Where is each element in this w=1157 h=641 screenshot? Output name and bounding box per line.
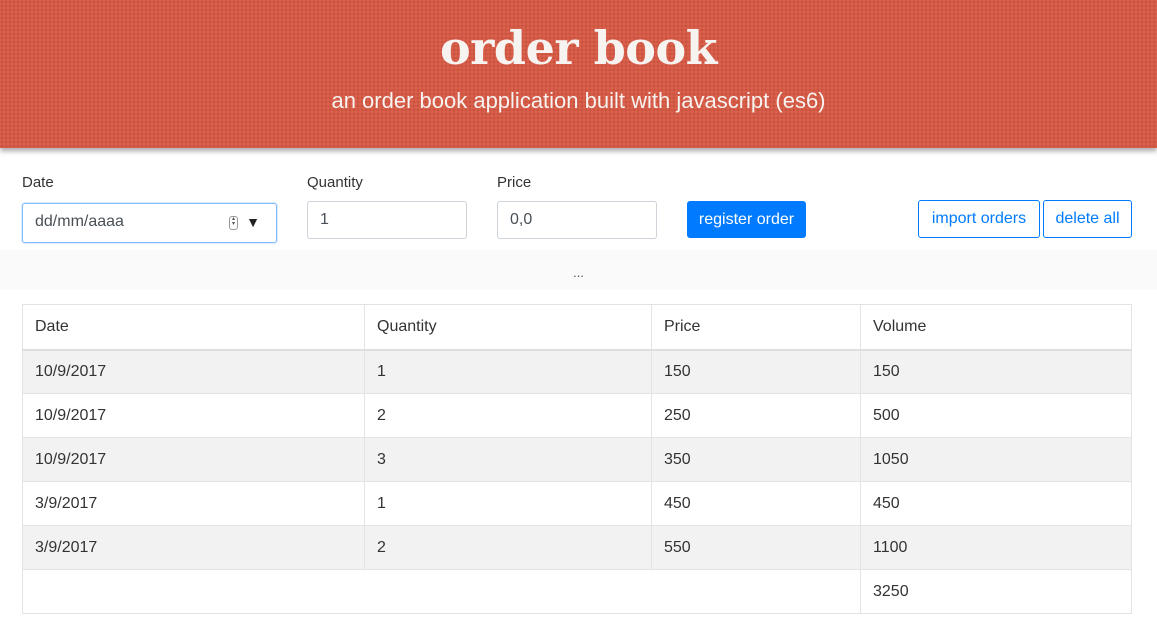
column-header-date: Date <box>22 304 365 351</box>
dropdown-arrow-icon[interactable]: ▼ <box>246 204 260 240</box>
message-text: ... <box>573 265 584 280</box>
price-label: Price <box>497 174 532 191</box>
cell-price: 350 <box>651 437 861 482</box>
orders-table: Date Quantity Price Volume 10/9/2017 1 1… <box>22 304 1132 614</box>
page-title: order book <box>440 21 718 75</box>
cell-volume: 450 <box>860 481 1132 526</box>
table-row: 10/9/2017 1 150 150 <box>22 349 1132 394</box>
cell-volume: 1050 <box>860 437 1132 482</box>
table-body: 10/9/2017 1 150 150 10/9/2017 2 250 500 … <box>22 349 1132 570</box>
cell-price: 250 <box>651 393 861 438</box>
cell-volume: 1100 <box>860 525 1132 570</box>
cell-date: 3/9/2017 <box>22 525 365 570</box>
cell-date: 3/9/2017 <box>22 481 365 526</box>
cell-date: 10/9/2017 <box>22 349 365 394</box>
quantity-label: Quantity <box>307 174 363 191</box>
table-row: 3/9/2017 2 550 1100 <box>22 525 1132 570</box>
quantity-input[interactable]: 1 <box>307 201 467 239</box>
message-area: ... <box>0 250 1157 290</box>
cell-volume: 150 <box>860 349 1132 394</box>
total-spacer-cell <box>22 569 861 614</box>
cell-price: 150 <box>651 349 861 394</box>
cell-date: 10/9/2017 <box>22 393 365 438</box>
total-volume: 3250 <box>860 569 1132 614</box>
page-subtitle: an order book application built with jav… <box>331 88 826 113</box>
cell-quantity: 3 <box>364 437 652 482</box>
table-footer: 3250 <box>22 569 1132 614</box>
cell-date: 10/9/2017 <box>22 437 365 482</box>
date-placeholder: dd/mm/aaaa <box>35 213 124 230</box>
cell-quantity: 2 <box>364 525 652 570</box>
table-header-row: Date Quantity Price Volume <box>22 304 1132 351</box>
cell-price: 450 <box>651 481 861 526</box>
register-order-button[interactable]: register order <box>687 201 806 238</box>
cell-price: 550 <box>651 525 861 570</box>
date-label: Date <box>22 174 54 191</box>
table-row: 10/9/2017 3 350 1050 <box>22 437 1132 482</box>
cell-quantity: 1 <box>364 349 652 394</box>
cell-quantity: 1 <box>364 481 652 526</box>
date-spinner-icon[interactable]: ▴ ▾ <box>229 216 238 230</box>
total-row: 3250 <box>22 569 1132 614</box>
cell-volume: 500 <box>860 393 1132 438</box>
column-header-volume: Volume <box>860 304 1132 351</box>
table-row: 10/9/2017 2 250 500 <box>22 393 1132 438</box>
price-input[interactable]: 0,0 <box>497 201 657 239</box>
cell-quantity: 2 <box>364 393 652 438</box>
order-form: Date dd/mm/aaaa ▴ ▾ ▼ Quantity 1 Price 0,… <box>0 160 1157 250</box>
delete-all-button[interactable]: delete all <box>1043 200 1132 238</box>
table-header: Date Quantity Price Volume <box>22 304 1132 351</box>
column-header-price: Price <box>651 304 861 351</box>
import-orders-button[interactable]: import orders <box>918 200 1040 238</box>
column-header-quantity: Quantity <box>364 304 652 351</box>
page-header: order book an order book application bui… <box>0 0 1157 148</box>
table-row: 3/9/2017 1 450 450 <box>22 481 1132 526</box>
date-input[interactable]: dd/mm/aaaa ▴ ▾ ▼ <box>22 203 277 243</box>
